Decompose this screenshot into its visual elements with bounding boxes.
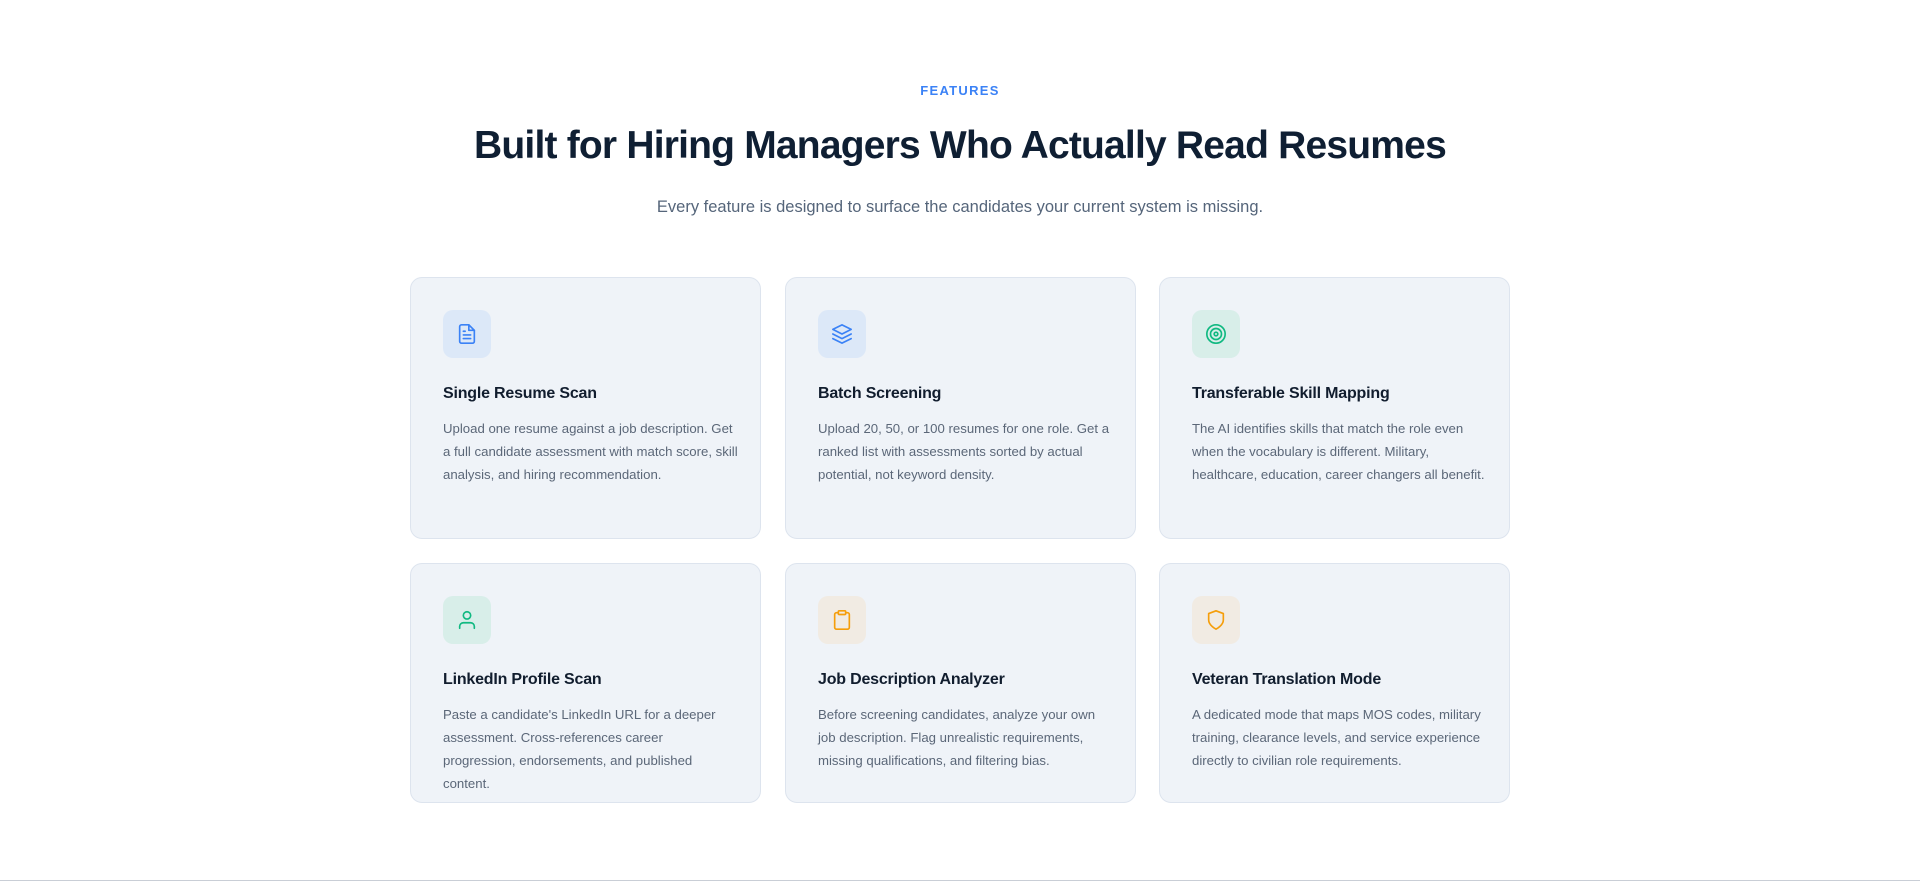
user-icon [456, 609, 478, 631]
feature-title: Batch Screening [818, 385, 942, 402]
feature-icon-box [1192, 596, 1240, 644]
section-divider [0, 880, 1920, 881]
section-title: Built for Hiring Managers Who Actually R… [474, 124, 1447, 167]
feature-title: LinkedIn Profile Scan [443, 671, 602, 688]
feature-icon-box [1192, 310, 1240, 358]
section-subtitle: Every feature is designed to surface the… [656, 198, 1264, 216]
feature-card-transferable-skill-mapping: Transferable Skill Mapping The AI identi… [1159, 277, 1510, 539]
feature-card-single-resume-scan: Single Resume Scan Upload one resume aga… [410, 277, 761, 539]
section-eyebrow: FEATURES [920, 83, 1000, 98]
feature-card-veteran-translation-mode: Veteran Translation Mode A dedicated mod… [1159, 563, 1510, 803]
feature-title: Transferable Skill Mapping [1192, 385, 1390, 402]
feature-title: Veteran Translation Mode [1192, 671, 1382, 688]
document-icon [456, 323, 478, 345]
feature-icon-box [443, 310, 491, 358]
feature-icon-box [443, 596, 491, 644]
feature-card-linkedin-profile-scan: LinkedIn Profile Scan Paste a candidate'… [410, 563, 761, 803]
shield-icon [1205, 609, 1227, 631]
clipboard-icon [831, 609, 853, 631]
feature-title: Job Description Analyzer [818, 671, 1005, 688]
feature-description: The AI identifies skills that match the … [1192, 421, 1485, 482]
feature-description: Before screening candidates, analyze you… [818, 707, 1096, 768]
feature-description: A dedicated mode that maps MOS codes, mi… [1192, 707, 1481, 768]
feature-card-job-description-analyzer: Job Description Analyzer Before screenin… [785, 563, 1136, 803]
feature-card-batch-screening: Batch Screening Upload 20, 50, or 100 re… [785, 277, 1136, 539]
feature-title: Single Resume Scan [443, 385, 597, 402]
feature-description: Paste a candidate's LinkedIn URL for a d… [443, 707, 716, 791]
feature-icon-box [818, 596, 866, 644]
target-icon [1205, 323, 1227, 345]
feature-description: Upload 20, 50, or 100 resumes for one ro… [818, 421, 1110, 482]
features-section: FEATURES Built for Hiring Managers Who A… [0, 0, 1920, 880]
feature-description: Upload one resume against a job descript… [443, 421, 738, 482]
feature-icon-box [818, 310, 866, 358]
layers-icon [831, 323, 853, 345]
